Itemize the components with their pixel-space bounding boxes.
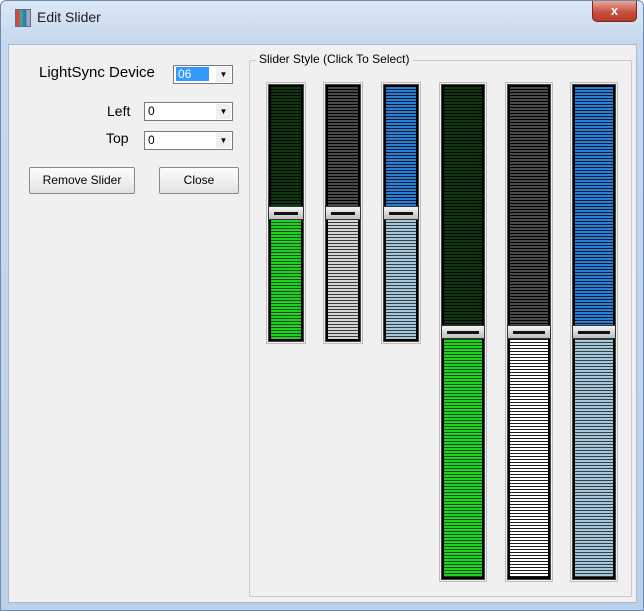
top-select[interactable]: 0 ▼ [144, 131, 233, 150]
slider-track-lower [328, 217, 358, 339]
slider-handle[interactable] [268, 206, 304, 220]
title-bar[interactable]: Edit Slider x [1, 1, 643, 35]
close-button[interactable]: Close [159, 167, 239, 194]
left-value: 0 [148, 104, 155, 118]
lightsync-device-select[interactable]: 06 ▼ [173, 65, 233, 84]
slider-handle[interactable] [572, 325, 616, 339]
app-icon [15, 9, 31, 27]
slider-track-upper [386, 87, 416, 212]
lightsync-device-label: LightSync Device [39, 64, 155, 81]
slider-style-blue-large[interactable] [570, 82, 618, 582]
slider-track-upper [575, 87, 613, 332]
slider-style-blue-small[interactable] [381, 82, 421, 344]
slider-style-white-large[interactable] [505, 82, 553, 582]
slider-style-gray-small[interactable] [323, 82, 363, 344]
close-window-button[interactable]: x [592, 1, 637, 22]
slider-handle[interactable] [383, 206, 419, 220]
slider-handle[interactable] [325, 206, 361, 220]
dialog-client-area: LightSync Device 06 ▼ Left 0 ▼ Top 0 ▼ R… [8, 44, 637, 603]
left-label: Left [107, 103, 131, 119]
edit-slider-window: Edit Slider x LightSync Device 06 ▼ Left… [0, 0, 644, 611]
slider-style-green-large[interactable] [439, 82, 487, 582]
device-value: 06 [176, 67, 210, 81]
slider-track-upper [510, 87, 548, 332]
chevron-down-icon[interactable]: ▼ [216, 104, 231, 119]
slider-track-upper [328, 87, 358, 212]
slider-style-label: Slider Style (Click To Select) [256, 52, 413, 66]
window-title: Edit Slider [37, 9, 101, 25]
slider-track-lower [510, 337, 548, 577]
slider-handle[interactable] [441, 325, 485, 339]
top-label: Top [106, 130, 129, 146]
slider-track-upper [444, 87, 482, 332]
chevron-down-icon[interactable]: ▼ [216, 133, 231, 148]
slider-track-lower [575, 337, 613, 577]
slider-track-upper [271, 87, 301, 212]
slider-track-lower [271, 217, 301, 339]
chevron-down-icon[interactable]: ▼ [216, 67, 231, 82]
remove-slider-button[interactable]: Remove Slider [29, 167, 135, 194]
left-select[interactable]: 0 ▼ [144, 102, 233, 121]
slider-track-lower [386, 217, 416, 339]
slider-handle[interactable] [507, 325, 551, 339]
slider-style-green-small[interactable] [266, 82, 306, 344]
slider-track-lower [444, 337, 482, 577]
top-value: 0 [148, 133, 155, 147]
